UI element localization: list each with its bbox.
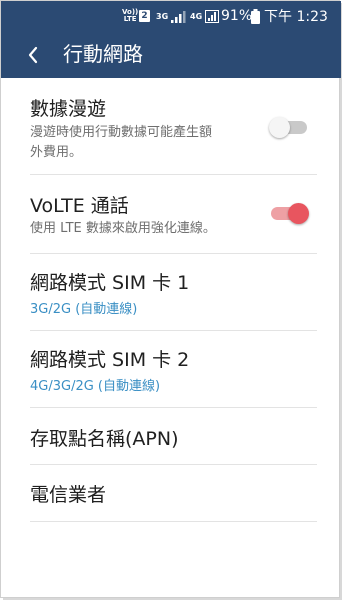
volte-toggle[interactable] xyxy=(269,201,309,225)
status-bar: Vo)) LTE 2 3G 4G 91% 下午 1:23 xyxy=(1,1,341,31)
signal-icon xyxy=(171,1,187,31)
setting-description-line2: 外費用。 xyxy=(30,145,83,160)
battery-percentage: 91% xyxy=(221,8,253,24)
arrow-back-icon xyxy=(27,46,39,64)
setting-network-mode-sim2[interactable]: 網路模式 SIM 卡 2 4G/3G/2G (自動連線) xyxy=(1,331,341,407)
back-button[interactable] xyxy=(17,39,49,71)
setting-title: 存取點名稱(APN) xyxy=(30,428,179,450)
setting-data-roaming[interactable]: 數據漫遊 漫遊時使用行動數據可能產生額 外費用。 xyxy=(1,78,341,174)
setting-value: 3G/2G (自動連線) xyxy=(30,302,138,317)
setting-value: 4G/3G/2G (自動連線) xyxy=(30,379,161,394)
network-type-3g: 3G xyxy=(156,11,169,21)
data-roaming-toggle[interactable] xyxy=(269,115,309,139)
setting-network-mode-sim1[interactable]: 網路模式 SIM 卡 1 3G/2G (自動連線) xyxy=(1,254,341,330)
clock: 下午 1:23 xyxy=(264,9,328,25)
battery-icon xyxy=(251,1,260,31)
setting-volte[interactable]: VoLTE 通話 使用 LTE 數據來啟用強化連線。 xyxy=(1,175,341,253)
setting-apn[interactable]: 存取點名稱(APN) xyxy=(1,408,341,464)
app-bar: 行動網路 xyxy=(1,31,341,78)
sim2-badge: 2 xyxy=(139,10,150,22)
setting-title: 電信業者 xyxy=(30,484,107,506)
setting-title: VoLTE 通話 xyxy=(30,195,129,217)
toggle-thumb xyxy=(269,117,290,138)
setting-description-line1: 漫遊時使用行動數據可能產生額 xyxy=(30,125,213,140)
network-type-4g: 4G xyxy=(190,11,203,21)
setting-title: 網路模式 SIM 卡 1 xyxy=(30,272,190,294)
toggle-thumb xyxy=(288,203,309,224)
signal-icon xyxy=(205,1,219,31)
volte-line2: LTE xyxy=(123,15,137,23)
setting-title: 網路模式 SIM 卡 2 xyxy=(30,349,190,371)
page-title: 行動網路 xyxy=(63,42,143,66)
setting-description: 使用 LTE 數據來啟用強化連線。 xyxy=(30,221,216,236)
setting-title: 數據漫遊 xyxy=(30,98,107,120)
divider xyxy=(30,521,317,522)
setting-carriers[interactable]: 電信業者 xyxy=(1,465,341,521)
volte-indicator: Vo)) LTE xyxy=(122,1,138,31)
phone-screen: Vo)) LTE 2 3G 4G 91% 下午 1:23 行動網路 數據漫遊 漫… xyxy=(0,0,341,598)
